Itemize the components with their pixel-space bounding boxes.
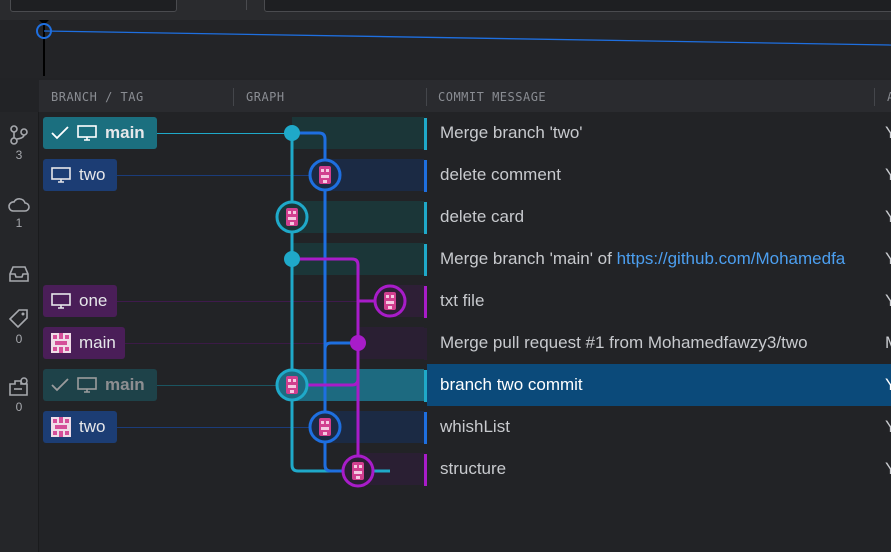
commit-node[interactable] bbox=[275, 200, 309, 234]
remotes-button[interactable]: 1 bbox=[0, 196, 38, 230]
stashes-button[interactable]: 0 bbox=[0, 376, 38, 414]
commit-message: delete card bbox=[440, 207, 525, 226]
monitor-icon bbox=[51, 167, 71, 183]
commit-message: txt file bbox=[440, 291, 485, 310]
remote-ref-two[interactable]: two bbox=[43, 411, 117, 443]
toolbar-divider bbox=[246, 0, 247, 10]
column-header: BRANCH / TAG GRAPH COMMIT MESSAGE A bbox=[39, 80, 891, 112]
ref-label: main bbox=[105, 375, 145, 394]
commit-row[interactable]: delete card Y bbox=[39, 196, 891, 238]
checkmark-icon bbox=[51, 378, 69, 392]
remote-ref-main[interactable]: main bbox=[43, 327, 125, 359]
commit-row[interactable]: two whishList Y bbox=[39, 406, 891, 448]
commit-author: Y bbox=[885, 375, 891, 394]
stashes-count: 0 bbox=[15, 400, 23, 414]
monitor-icon bbox=[77, 377, 97, 393]
column-commit-message[interactable]: COMMIT MESSAGE bbox=[426, 80, 876, 112]
tag-icon bbox=[8, 309, 28, 329]
commit-row[interactable]: one txt file Y bbox=[39, 280, 891, 322]
commit-author: Y bbox=[885, 249, 891, 268]
commit-author: Y bbox=[885, 123, 891, 142]
commit-message-text: Merge branch 'main' of bbox=[440, 249, 617, 268]
commit-message: structure bbox=[440, 459, 507, 478]
commit-author: Y bbox=[885, 291, 891, 310]
column-graph[interactable]: GRAPH bbox=[234, 80, 427, 112]
commit-row[interactable]: main Merge branch 'two' Y bbox=[39, 112, 891, 154]
avatar-icon bbox=[51, 417, 71, 437]
commit-graph bbox=[275, 125, 407, 488]
commit-message: delete comment bbox=[440, 165, 561, 184]
commit-row[interactable]: two delete comment Y bbox=[39, 154, 891, 196]
tags-count: 0 bbox=[15, 332, 23, 346]
top-toolbar bbox=[0, 0, 891, 20]
commit-node[interactable] bbox=[308, 410, 342, 444]
commit-node[interactable] bbox=[275, 368, 309, 402]
commit-message-link[interactable]: https://github.com/Mohamedfa bbox=[617, 249, 846, 268]
commit-row[interactable]: Merge branch 'main' of https://github.co… bbox=[39, 238, 891, 280]
avatar-icon bbox=[51, 333, 71, 353]
inbox-button[interactable] bbox=[0, 264, 38, 284]
commit-author: M bbox=[885, 322, 891, 364]
commit-node[interactable] bbox=[373, 284, 407, 318]
commit-message: Merge branch 'two' bbox=[440, 123, 583, 142]
remotes-count: 1 bbox=[15, 216, 23, 230]
commit-node[interactable] bbox=[341, 454, 375, 488]
commit-author: Y bbox=[885, 165, 891, 184]
ref-label: one bbox=[79, 291, 108, 310]
merge-commit-node[interactable] bbox=[284, 251, 300, 267]
commit-node[interactable] bbox=[308, 158, 342, 192]
commit-message: whishList bbox=[440, 417, 510, 436]
ref-label: two bbox=[79, 417, 106, 436]
commit-author: Y bbox=[885, 459, 891, 478]
ref-label: main bbox=[105, 123, 145, 142]
commit-message: Merge branch 'main' of https://github.co… bbox=[427, 238, 878, 280]
branch-ref-two[interactable]: two bbox=[43, 159, 117, 191]
ref-label: main bbox=[79, 333, 116, 352]
branch-selector[interactable] bbox=[10, 0, 177, 12]
merge-commit-node[interactable] bbox=[350, 335, 366, 351]
branch-ref-one[interactable]: one bbox=[43, 285, 117, 317]
cloud-icon bbox=[8, 198, 30, 212]
monitor-icon bbox=[77, 125, 97, 141]
commit-row-selected[interactable]: main branch two commit Y bbox=[39, 364, 891, 406]
commit-minimap[interactable] bbox=[0, 20, 891, 78]
column-branch-tag[interactable]: BRANCH / TAG bbox=[39, 80, 234, 112]
tags-button[interactable]: 0 bbox=[0, 308, 38, 346]
commit-row[interactable]: main Merge pull request #1 from Mohamedf… bbox=[39, 322, 891, 364]
inbox-icon bbox=[9, 266, 29, 282]
commit-message: branch two commit bbox=[440, 375, 583, 394]
search-input[interactable] bbox=[264, 0, 891, 12]
branch-ref-main[interactable]: main bbox=[43, 117, 157, 149]
checkmark-icon bbox=[51, 126, 69, 140]
minimap-activity-line bbox=[43, 30, 891, 46]
monitor-icon bbox=[51, 293, 71, 309]
commit-message: Merge pull request #1 from Mohamedfawzy3… bbox=[440, 333, 808, 352]
commit-author: Y bbox=[885, 417, 891, 436]
merge-commit-node[interactable] bbox=[284, 125, 300, 141]
left-sidebar: 3 1 0 0 bbox=[0, 112, 39, 552]
branch-ref-main-dim[interactable]: main bbox=[43, 369, 157, 401]
column-author[interactable]: A bbox=[875, 80, 891, 112]
stash-icon bbox=[9, 377, 28, 396]
commit-row[interactable]: structure Y bbox=[39, 448, 891, 490]
ref-label: two bbox=[79, 165, 106, 184]
branches-icon bbox=[10, 125, 28, 145]
branches-count: 3 bbox=[15, 148, 23, 162]
commit-list: main Merge branch 'two' Y two delete com… bbox=[39, 112, 891, 552]
branches-button[interactable]: 3 bbox=[0, 124, 38, 162]
commit-author: Y bbox=[885, 207, 891, 226]
